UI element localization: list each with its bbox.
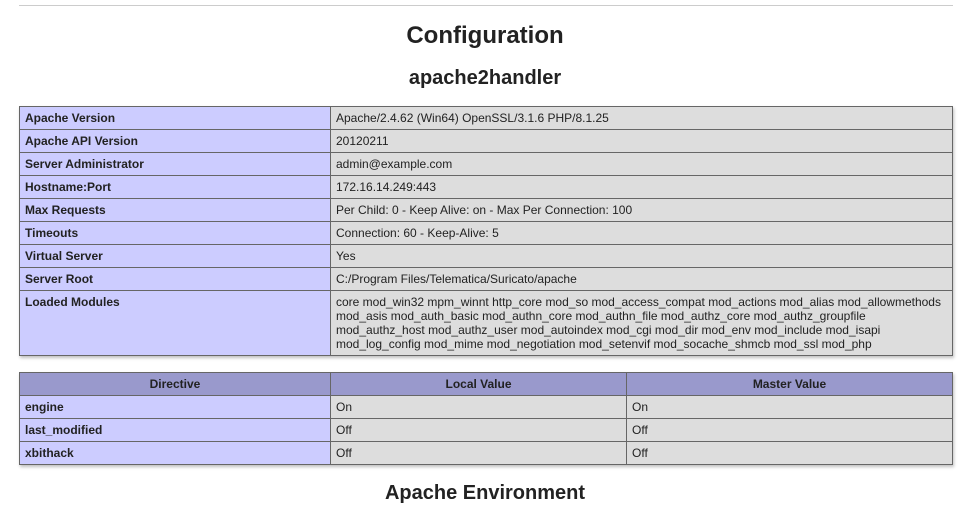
master-value: On	[626, 395, 953, 419]
table-row: Apache API Version 20120211	[19, 129, 953, 153]
row-value: Apache/2.4.62 (Win64) OpenSSL/3.1.6 PHP/…	[330, 106, 953, 130]
row-value: Connection: 60 - Keep-Alive: 5	[330, 221, 953, 245]
table-row: last_modified Off Off	[19, 418, 953, 442]
row-value: core mod_win32 mpm_winnt http_core mod_s…	[330, 290, 953, 356]
row-label: Timeouts	[19, 221, 331, 245]
table-header-row: Directive Local Value Master Value	[19, 372, 953, 396]
row-value: C:/Program Files/Telematica/Suricato/apa…	[330, 267, 953, 291]
table-row: Loaded Modules core mod_win32 mpm_winnt …	[19, 290, 953, 356]
horizontal-rule	[19, 5, 953, 6]
table-row: Timeouts Connection: 60 - Keep-Alive: 5	[19, 221, 953, 245]
column-header-directive: Directive	[19, 372, 331, 396]
row-value: Per Child: 0 - Keep Alive: on - Max Per …	[330, 198, 953, 222]
row-label: Server Administrator	[19, 152, 331, 176]
section-title-apache-environment: Apache Environment	[384, 482, 586, 504]
directive-name: last_modified	[19, 418, 331, 442]
page-title: Configuration	[406, 22, 564, 49]
row-value: admin@example.com	[330, 152, 953, 176]
directive-name: engine	[19, 395, 331, 419]
master-value: Off	[626, 418, 953, 442]
row-label: Server Root	[19, 267, 331, 291]
local-value: Off	[330, 418, 627, 442]
phpinfo-page: Configuration apache2handler Apache Vers…	[0, 0, 965, 520]
table-row: engine On On	[19, 395, 953, 419]
column-header-local-value: Local Value	[330, 372, 627, 396]
row-label: Apache API Version	[19, 129, 331, 153]
local-value: On	[330, 395, 627, 419]
section-title: apache2handler	[408, 67, 562, 89]
table-row: Server Root C:/Program Files/Telematica/…	[19, 267, 953, 291]
table-row: xbithack Off Off	[19, 441, 953, 465]
column-header-master-value: Master Value	[626, 372, 953, 396]
master-value: Off	[626, 441, 953, 465]
table-row: Virtual Server Yes	[19, 244, 953, 268]
row-label: Loaded Modules	[19, 290, 331, 356]
table-row: Server Administrator admin@example.com	[19, 152, 953, 176]
row-value: 172.16.14.249:443	[330, 175, 953, 199]
row-label: Max Requests	[19, 198, 331, 222]
row-label: Virtual Server	[19, 244, 331, 268]
row-value: 20120211	[330, 129, 953, 153]
directive-name: xbithack	[19, 441, 331, 465]
table-row: Max Requests Per Child: 0 - Keep Alive: …	[19, 198, 953, 222]
apache-info-table: Apache Version Apache/2.4.62 (Win64) Ope…	[19, 106, 953, 356]
row-label: Apache Version	[19, 106, 331, 130]
local-value: Off	[330, 441, 627, 465]
directive-table: Directive Local Value Master Value engin…	[19, 372, 953, 465]
table-row: Hostname:Port 172.16.14.249:443	[19, 175, 953, 199]
row-label: Hostname:Port	[19, 175, 331, 199]
row-value: Yes	[330, 244, 953, 268]
table-row: Apache Version Apache/2.4.62 (Win64) Ope…	[19, 106, 953, 130]
